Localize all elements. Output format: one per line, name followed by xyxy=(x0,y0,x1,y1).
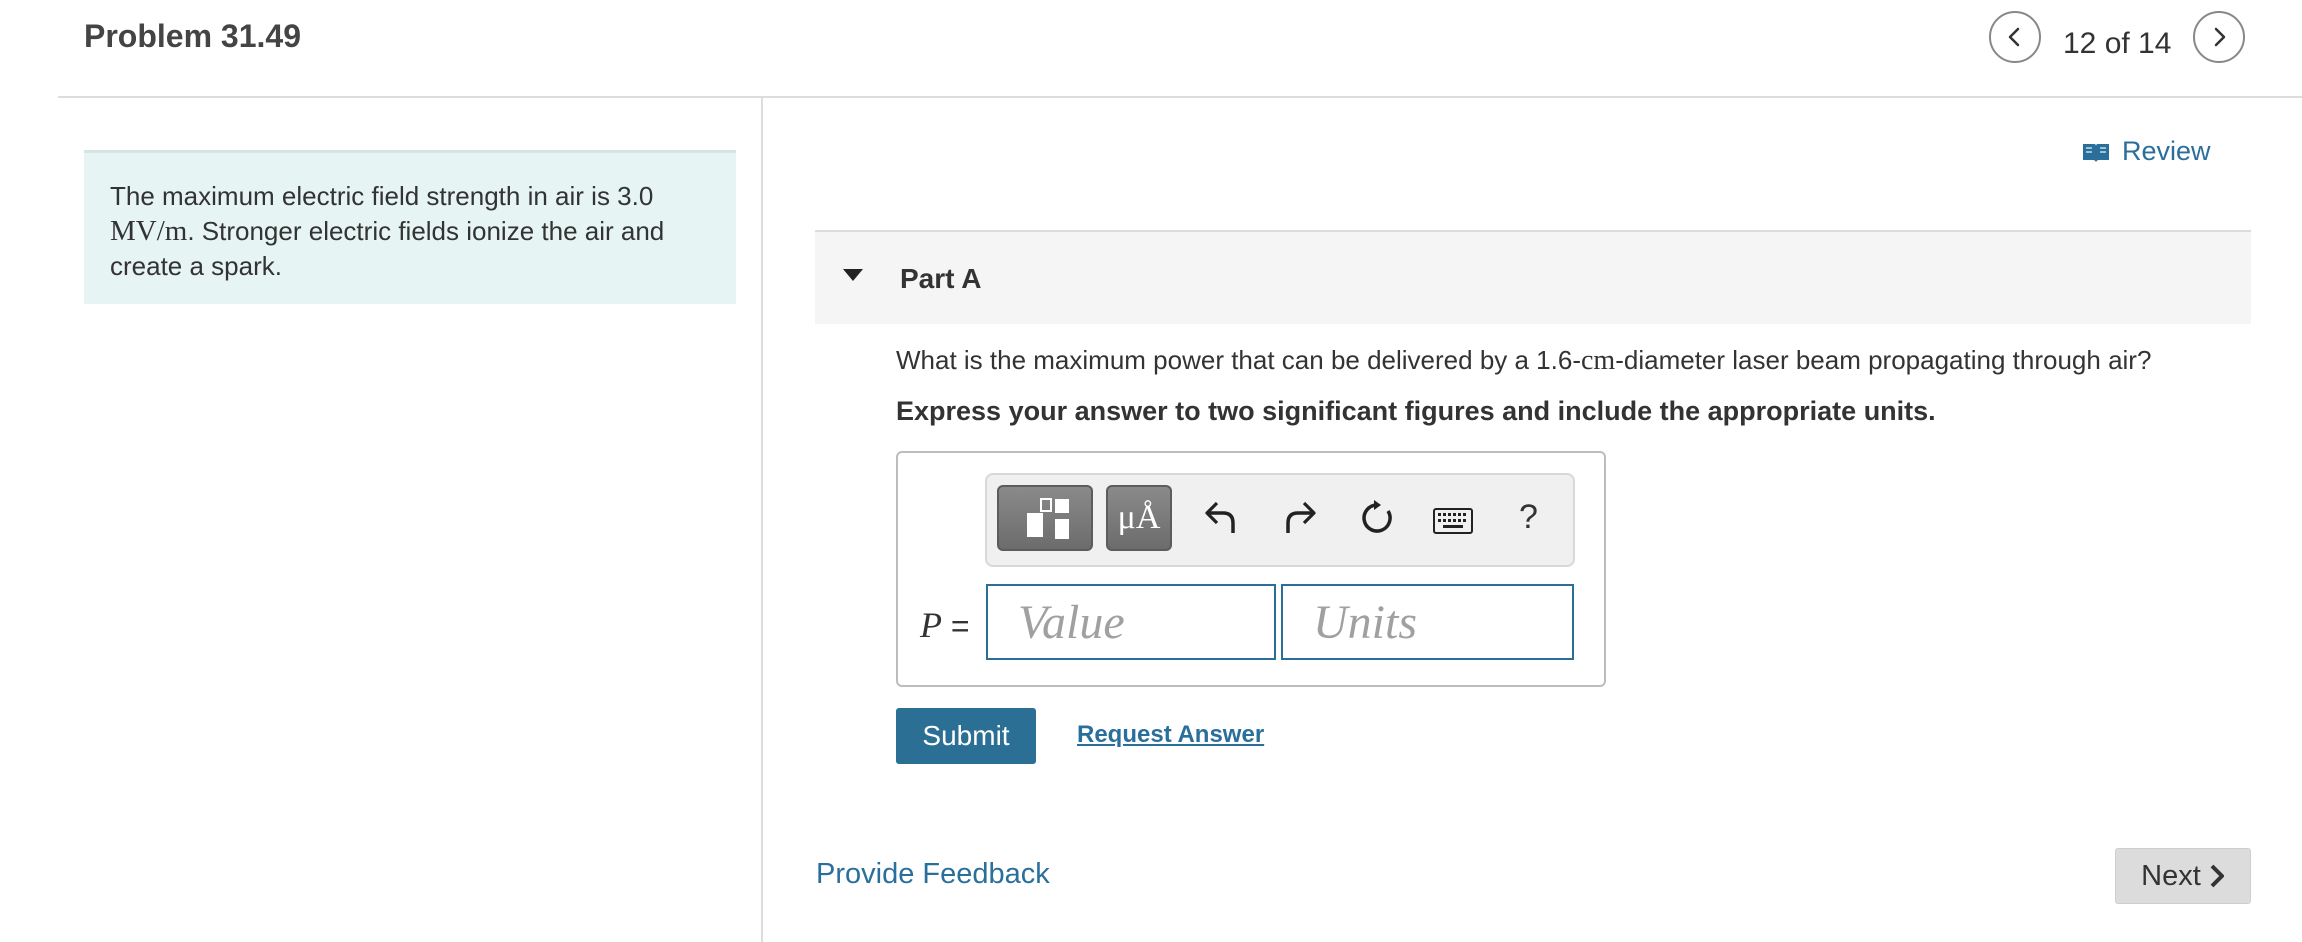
next-problem-button[interactable] xyxy=(2193,11,2245,63)
question-unit: cm xyxy=(1581,345,1616,376)
units-button[interactable]: μÅ xyxy=(1106,485,1172,551)
part-a-header[interactable] xyxy=(815,230,2251,324)
redo-button[interactable] xyxy=(1284,499,1318,535)
book-icon xyxy=(2083,143,2109,162)
chevron-right-icon xyxy=(2214,27,2226,47)
units-input[interactable] xyxy=(1281,584,1574,660)
keyboard-button[interactable] xyxy=(1433,508,1473,534)
templates-icon xyxy=(1027,498,1069,539)
problem-title: Problem 31.49 xyxy=(84,18,301,54)
help-button[interactable]: ? xyxy=(1519,498,1538,537)
question-text-before: What is the maximum power that can be de… xyxy=(896,345,1581,375)
redo-icon xyxy=(1286,501,1316,533)
equals-sign: = xyxy=(950,608,970,644)
templates-button[interactable] xyxy=(997,485,1093,551)
value-input[interactable] xyxy=(986,584,1276,660)
previous-problem-button[interactable] xyxy=(1989,11,2041,63)
problem-intro: The maximum electric field strength in a… xyxy=(84,150,736,304)
submit-button[interactable]: Submit xyxy=(896,708,1036,764)
review-label: Review xyxy=(2122,136,2211,166)
question-text: What is the maximum power that can be de… xyxy=(896,345,2151,377)
chevron-left-icon xyxy=(2008,27,2020,47)
answer-instruction: Express your answer to two significant f… xyxy=(896,396,1936,426)
review-link[interactable]: Review xyxy=(2082,136,2211,167)
chevron-right-icon xyxy=(2210,864,2224,888)
answer-variable-label: P = xyxy=(920,604,970,646)
header-divider xyxy=(58,96,2302,98)
next-button[interactable]: Next xyxy=(2115,848,2251,904)
intro-text-after: . Stronger electric fields ionize the ai… xyxy=(110,216,665,281)
intro-unit: MV/m xyxy=(110,215,188,247)
question-text-after: -diameter laser beam propagating through… xyxy=(1615,345,2152,375)
intro-text-before: The maximum electric field strength in a… xyxy=(110,181,654,211)
undo-icon xyxy=(1205,501,1235,533)
reset-icon xyxy=(1362,500,1392,533)
reset-button[interactable] xyxy=(1358,499,1396,537)
undo-button[interactable] xyxy=(1203,499,1237,535)
provide-feedback-link[interactable]: Provide Feedback xyxy=(816,858,1050,891)
keyboard-icon xyxy=(1433,508,1473,534)
part-a-title: Part A xyxy=(900,263,982,294)
request-answer-link[interactable]: Request Answer xyxy=(1077,721,1264,749)
problem-counter: 12 of 14 xyxy=(2063,27,2172,60)
answer-variable: P xyxy=(920,605,942,645)
column-divider xyxy=(761,98,763,942)
collapse-caret-icon[interactable] xyxy=(842,268,864,287)
next-label: Next xyxy=(2141,859,2201,892)
